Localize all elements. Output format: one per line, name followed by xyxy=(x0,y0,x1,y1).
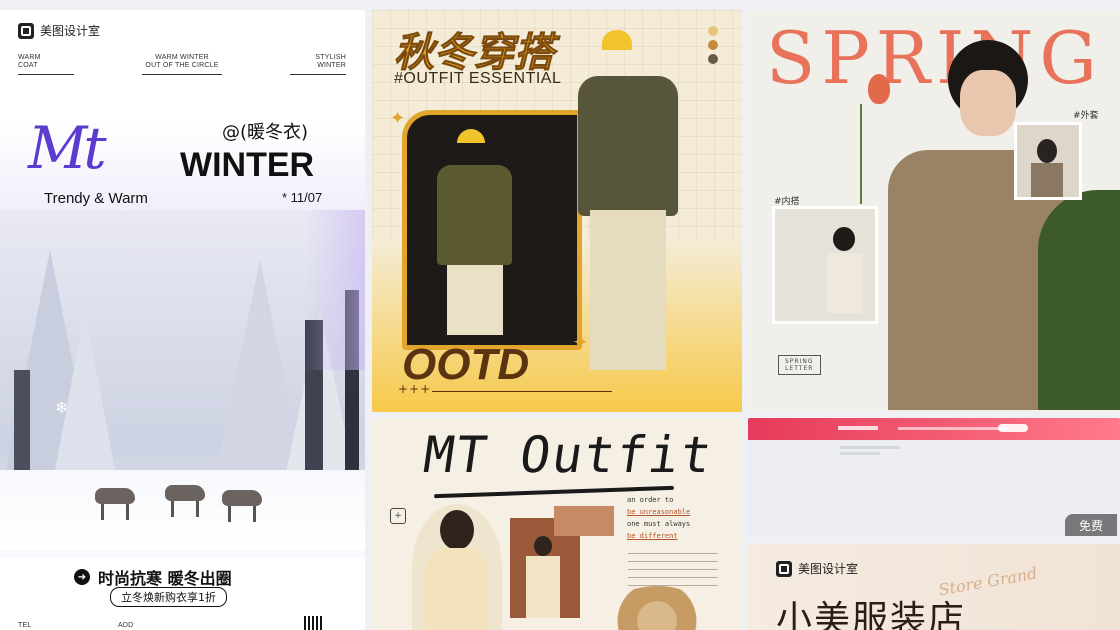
mt-script-title: Mt xyxy=(28,114,107,182)
plant-leaves xyxy=(1038,190,1120,410)
deer-figure xyxy=(222,490,262,522)
slogan-text: 时尚抗寒 暖冬出圈 xyxy=(98,569,232,588)
body-text-lines xyxy=(628,546,718,592)
template-card-store[interactable]: 美图设计室 Store Grand 小美服装店 xyxy=(748,544,1120,630)
snow-forest-illustration: ❄ ❄ xyxy=(0,210,365,550)
deer-figure xyxy=(165,485,205,517)
template-card-winter[interactable]: 美图设计室 WARM COAT WARM WINTER OUT OF THE CIR… xyxy=(0,10,365,630)
template-card-ootd[interactable]: 秋冬穿搭 #OUTFIT ESSENTIAL ✦ ✦ OOTD +++ xyxy=(372,10,742,412)
qr-code-icon xyxy=(304,616,322,630)
card2-subtitle: #OUTFIT ESSENTIAL xyxy=(394,70,562,87)
inset-photo-inner xyxy=(772,206,878,324)
arrow-circle-icon: ➜ xyxy=(74,569,90,585)
model-jacket xyxy=(578,76,678,216)
photo-frame-left xyxy=(402,110,582,350)
template-card-spring[interactable]: SPRING #外套 #内搭 SPRING LETTER xyxy=(748,10,1120,412)
quote-block: an order to be unreasonable one must alw… xyxy=(627,496,691,540)
add-label: ADD xyxy=(118,622,134,629)
free-badge: 免费 xyxy=(1065,514,1117,536)
spring-title: SPRING xyxy=(766,16,1103,100)
template-card-mt-outfit[interactable]: MT Outfit + an order to be unreasonable … xyxy=(372,418,742,630)
date-label: * 11/07 xyxy=(282,190,323,205)
model-pants xyxy=(590,210,666,370)
template-card-web[interactable]: 免费 xyxy=(748,418,1120,538)
snowflake-icon: ❄ xyxy=(55,398,69,417)
spring-letter-stamp: SPRING LETTER xyxy=(778,355,821,375)
inset-photo-outer xyxy=(1014,122,1082,200)
deer-figure xyxy=(95,488,135,520)
handle-text: @(暖冬衣) xyxy=(222,122,309,143)
snowflake-icon: ❄ xyxy=(302,520,316,539)
sparkle-icon: ✦ xyxy=(572,330,589,354)
straw-hat xyxy=(602,586,712,630)
sparkle-icon: ✦ xyxy=(390,108,406,129)
brand-icon xyxy=(776,560,792,577)
tulip-flower xyxy=(868,74,890,104)
model-photo-left xyxy=(412,504,502,630)
subtitle: Trendy & Warm xyxy=(44,190,148,207)
store-title: 小美服装店 xyxy=(776,599,967,630)
promo-pill: 立冬焕新购衣享1折 xyxy=(110,587,227,607)
tel-label: TEL xyxy=(18,622,32,629)
brand-logo: 美图设计室 xyxy=(776,560,858,577)
mt-outfit-title: MT Outfit xyxy=(419,426,718,484)
winter-title: WINTER xyxy=(180,146,315,184)
plus-marks: +++ xyxy=(398,382,432,396)
web-header-bar xyxy=(748,418,1120,440)
brand-name: 美图设计室 xyxy=(798,562,859,576)
plus-icon: + xyxy=(390,508,406,524)
tag-outer: #外套 xyxy=(1073,111,1099,121)
slogan-row: ➜ 时尚抗寒 暖冬出圈 xyxy=(74,565,232,589)
